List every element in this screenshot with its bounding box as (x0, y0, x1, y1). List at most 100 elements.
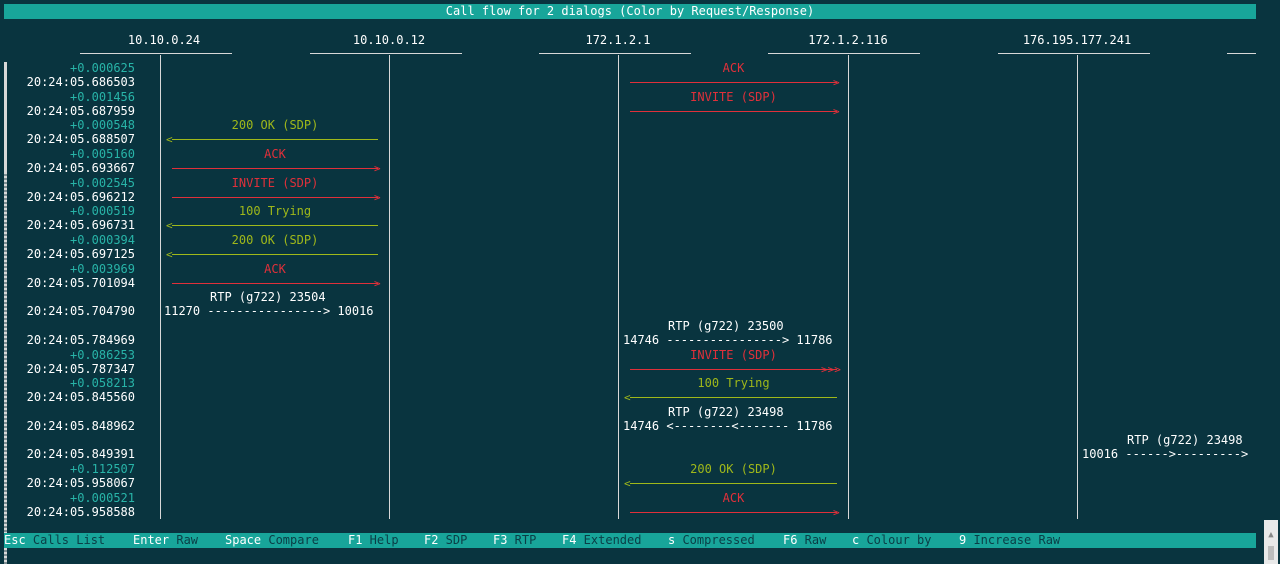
arrowhead-icon: < (624, 477, 631, 491)
arrowhead-icon: > (374, 161, 381, 175)
timestamp[interactable]: 20:24:05.787347 (19, 362, 135, 376)
message-arrow[interactable] (630, 368, 837, 370)
arrowhead-icon: >>> (821, 362, 841, 376)
timestamp[interactable]: 20:24:05.704790 (19, 304, 135, 318)
timestamp[interactable]: 20:24:05.696731 (19, 218, 135, 232)
key-help-bar: Esc Calls List Enter Raw Space Compare F1 H… (4, 533, 1256, 548)
footer-key-8[interactable]: F6 Raw (783, 533, 826, 548)
message-arrow[interactable] (630, 397, 837, 399)
footer-key-desc: Colour by (859, 533, 932, 547)
footer-key-5[interactable]: F3 RTP (493, 533, 536, 548)
timestamp[interactable]: 20:24:05.688507 (19, 132, 135, 146)
message-label[interactable]: ACK (172, 147, 378, 161)
message-arrow[interactable] (172, 139, 378, 141)
timestamp[interactable]: 20:24:05.958067 (19, 476, 135, 490)
footer-key-label: Esc (4, 533, 26, 547)
message-arrow[interactable] (630, 82, 837, 83)
rtp-stream-title[interactable]: RTP (g722) 23498 (1127, 433, 1243, 447)
footer-key-desc: Help (362, 533, 399, 547)
footer-key-desc: Calls List (25, 533, 106, 547)
scroll-up-icon[interactable]: ▲ (1266, 530, 1276, 540)
rtp-stream-line[interactable]: 11270 ----------------> 10016 (164, 304, 374, 318)
message-label[interactable]: ACK (630, 61, 837, 75)
host-underline-0 (80, 53, 232, 54)
message-label[interactable]: 100 Trying (630, 376, 837, 390)
message-arrow[interactable] (172, 196, 378, 198)
timestamp[interactable]: 20:24:05.845560 (19, 390, 135, 404)
footer-key-desc: Compare (261, 533, 319, 547)
timestamp[interactable]: 20:24:05.701094 (19, 276, 135, 290)
arrowhead-icon: < (166, 247, 173, 261)
footer-key-label: F1 (348, 533, 363, 547)
footer-key-2[interactable]: Space Compare (225, 533, 319, 548)
message-label[interactable]: ACK (172, 262, 378, 276)
rtp-stream-line[interactable]: 14746 ----------------> 11786 (623, 333, 833, 347)
delta-time: +0.000519 (69, 204, 135, 219)
delta-time: +0.000521 (69, 490, 135, 505)
footer-key-6[interactable]: F4 Extended (562, 533, 641, 548)
rtp-stream-line[interactable]: 14746 <--------<------- 11786 (623, 419, 833, 433)
footer-key-9[interactable]: c Colour by (852, 533, 931, 548)
footer-key-1[interactable]: Enter Raw (133, 533, 198, 548)
timestamp[interactable]: 20:24:05.686503 (19, 75, 135, 89)
footer-key-desc: Increase Raw (966, 533, 1061, 547)
timestamp[interactable]: 20:24:05.693667 (19, 161, 135, 175)
delta-time: +0.005160 (69, 146, 135, 161)
host-lifeline-2 (618, 55, 619, 519)
message-arrow[interactable] (172, 282, 378, 284)
scroll-thumb[interactable] (1268, 546, 1274, 560)
message-label[interactable]: INVITE (SDP) (630, 348, 837, 362)
left-scrollbar[interactable] (4, 62, 7, 564)
message-label[interactable]: 200 OK (SDP) (630, 462, 837, 476)
message-arrow[interactable] (630, 511, 837, 513)
window-scrollbar[interactable]: ▲ (1264, 520, 1278, 564)
arrowhead-icon: < (624, 391, 631, 405)
message-label[interactable]: 200 OK (SDP) (172, 118, 378, 132)
timestamp[interactable]: 20:24:05.848962 (19, 419, 135, 433)
footer-key-desc: Raw (169, 533, 199, 547)
message-label[interactable]: INVITE (SDP) (172, 176, 378, 190)
delta-time: +0.000394 (69, 232, 135, 247)
host-underline-extra (1227, 53, 1256, 54)
delta-time: +0.112507 (69, 462, 135, 477)
message-arrow[interactable] (172, 253, 378, 255)
footer-key-4[interactable]: F2 SDP (424, 533, 467, 548)
message-label[interactable]: INVITE (SDP) (630, 90, 837, 104)
footer-key-desc: Compressed (675, 533, 755, 547)
message-label[interactable]: 200 OK (SDP) (172, 233, 378, 247)
footer-key-7[interactable]: s Compressed (668, 533, 755, 548)
timestamp[interactable]: 20:24:05.784969 (19, 333, 135, 347)
host-underline-2 (539, 53, 691, 54)
delta-time: +0.001456 (69, 89, 135, 104)
footer-key-10[interactable]: 9 Increase Raw (959, 533, 1060, 548)
footer-key-3[interactable]: F1 Help (348, 533, 399, 548)
footer-key-desc: Raw (797, 533, 827, 547)
timestamp[interactable]: 20:24:05.697125 (19, 247, 135, 261)
message-label[interactable]: 100 Trying (172, 204, 378, 218)
delta-time: +0.058213 (69, 376, 135, 391)
host-underline-4 (998, 53, 1150, 54)
footer-key-desc: SDP (438, 533, 468, 547)
rtp-stream-title[interactable]: RTP (g722) 23504 (210, 290, 326, 304)
left-scrollbar-thumb[interactable] (4, 174, 7, 564)
delta-time: +0.086253 (69, 347, 135, 362)
message-arrow[interactable] (172, 167, 378, 169)
message-arrow[interactable] (630, 110, 837, 112)
message-label[interactable]: ACK (630, 491, 837, 505)
window-title: Call flow for 2 dialogs (Color by Reques… (4, 4, 1256, 19)
timestamp[interactable]: 20:24:05.687959 (19, 104, 135, 118)
timestamp[interactable]: 20:24:05.849391 (19, 447, 135, 461)
host-lifeline-1 (389, 55, 390, 519)
rtp-stream-title[interactable]: RTP (g722) 23500 (668, 319, 784, 333)
timestamp[interactable]: 20:24:05.696212 (19, 190, 135, 204)
timestamp[interactable]: 20:24:05.958588 (19, 505, 135, 519)
message-arrow[interactable] (630, 483, 837, 485)
host-label-4: 176.195.177.241 (1022, 33, 1132, 47)
rtp-stream-title[interactable]: RTP (g722) 23498 (668, 405, 784, 419)
delta-time: +0.002545 (69, 175, 135, 190)
message-arrow[interactable] (172, 225, 378, 227)
delta-time: +0.003969 (69, 261, 135, 276)
footer-key-0[interactable]: Esc Calls List (4, 533, 105, 548)
rtp-stream-line[interactable]: 10016 ------>---------> (1082, 447, 1255, 461)
host-lifeline-0 (160, 55, 161, 519)
